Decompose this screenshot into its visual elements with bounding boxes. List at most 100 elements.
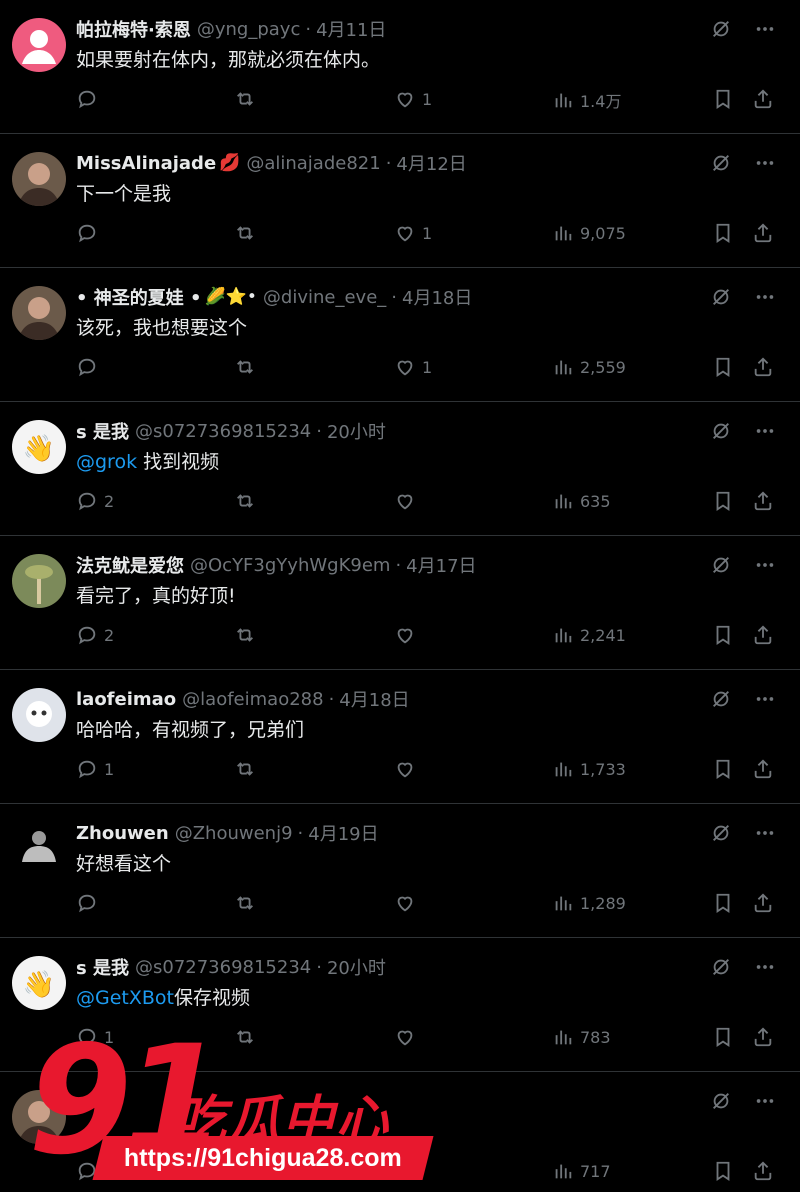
like-button[interactable]: 1 — [394, 88, 432, 110]
display-name[interactable]: s 是我 — [76, 954, 129, 980]
user-handle[interactable]: @OcYF3gYyhWgK9em — [190, 555, 390, 576]
reply-button[interactable]: 2 — [76, 490, 114, 512]
share-button[interactable] — [752, 222, 774, 244]
repost-button[interactable] — [234, 624, 262, 646]
like-button[interactable] — [394, 490, 422, 512]
grok-icon[interactable] — [710, 688, 732, 710]
timestamp[interactable]: 20小时 — [327, 954, 386, 980]
timestamp[interactable]: 4月12日 — [396, 150, 466, 176]
bookmark-button[interactable] — [712, 892, 734, 914]
more-options-icon[interactable] — [754, 822, 776, 844]
grok-icon[interactable] — [710, 18, 732, 40]
bookmark-button[interactable] — [712, 758, 734, 780]
grok-icon[interactable] — [710, 554, 732, 576]
like-button[interactable]: 1 — [394, 222, 432, 244]
repost-button[interactable] — [234, 758, 262, 780]
reply-button[interactable]: 1 — [76, 758, 114, 780]
more-options-icon[interactable] — [754, 420, 776, 442]
share-button[interactable] — [752, 624, 774, 646]
reply-item[interactable]: MissAlinajade 💋 @alinajade821 · 4月12日 下一… — [0, 134, 800, 268]
share-button[interactable] — [752, 1026, 774, 1048]
reply-item[interactable]: laofeimao @laofeimao288 · 4月18日 哈哈哈，有视频了… — [0, 670, 800, 804]
user-handle[interactable]: @s0727369815234 — [135, 957, 311, 978]
grok-icon[interactable] — [710, 286, 732, 308]
views-button[interactable]: 717 — [552, 1160, 611, 1182]
more-options-icon[interactable] — [754, 956, 776, 978]
display-name[interactable]: • 神圣的夏娃 • — [76, 284, 202, 310]
share-button[interactable] — [752, 356, 774, 378]
timestamp[interactable]: 20小时 — [327, 418, 386, 444]
views-button[interactable]: 635 — [552, 490, 611, 512]
like-button[interactable] — [394, 624, 422, 646]
timestamp[interactable]: 4月11日 — [316, 16, 386, 42]
bookmark-button[interactable] — [712, 1160, 734, 1182]
user-handle[interactable]: @alinajade821 — [246, 153, 380, 174]
wave-hand-avatar[interactable]: 👋 — [12, 956, 66, 1010]
user-handle[interactable]: @yng_payc — [197, 19, 301, 40]
reply-button[interactable] — [76, 356, 104, 378]
more-options-icon[interactable] — [754, 688, 776, 710]
reply-item[interactable]: Zhouwen @Zhouwenj9 · 4月19日 好想看这个 1,289 — [0, 804, 800, 938]
mention-link[interactable]: @grok — [76, 451, 137, 473]
more-options-icon[interactable] — [754, 18, 776, 40]
robot-avatar[interactable] — [12, 688, 66, 742]
display-name[interactable]: 帕拉梅特·索恩 — [76, 16, 191, 42]
grok-icon[interactable] — [710, 822, 732, 844]
grok-icon[interactable] — [710, 1090, 732, 1112]
views-button[interactable]: 9,075 — [552, 222, 626, 244]
muscle-avatar[interactable] — [12, 822, 66, 876]
reply-item[interactable]: 👋 s 是我 @s0727369815234 · 20小时 @grok 找到视频… — [0, 402, 800, 536]
timestamp[interactable]: 4月19日 — [308, 820, 378, 846]
display-name[interactable]: MissAlinajade — [76, 153, 216, 174]
more-options-icon[interactable] — [754, 286, 776, 308]
share-button[interactable] — [752, 1160, 774, 1182]
timestamp[interactable]: 4月18日 — [402, 284, 472, 310]
reply-button[interactable] — [76, 88, 104, 110]
timestamp[interactable]: 4月18日 — [339, 686, 409, 712]
display-name[interactable]: Zhouwen — [76, 823, 169, 844]
reply-button[interactable] — [76, 222, 104, 244]
bookmark-button[interactable] — [712, 88, 734, 110]
views-button[interactable]: 2,241 — [552, 624, 626, 646]
views-button[interactable]: 2,559 — [552, 356, 626, 378]
views-button[interactable]: 1,289 — [552, 892, 626, 914]
user-handle[interactable]: @s0727369815234 — [135, 421, 311, 442]
share-button[interactable] — [752, 758, 774, 780]
reply-button[interactable] — [76, 892, 104, 914]
more-options-icon[interactable] — [754, 1090, 776, 1112]
views-button[interactable]: 783 — [552, 1026, 611, 1048]
default-avatar[interactable] — [12, 18, 66, 72]
bookmark-button[interactable] — [712, 222, 734, 244]
display-name[interactable]: laofeimao — [76, 689, 176, 710]
repost-button[interactable] — [234, 222, 262, 244]
wave-hand-avatar[interactable]: 👋 — [12, 420, 66, 474]
user-handle[interactable]: @laofeimao288 — [182, 689, 323, 710]
user-handle[interactable]: @divine_eve_ — [263, 287, 386, 308]
timestamp[interactable]: 4月17日 — [406, 552, 476, 578]
reply-item[interactable]: • 神圣的夏娃 • 🌽⭐• @divine_eve_ · 4月18日 该死，我也… — [0, 268, 800, 402]
bookmark-button[interactable] — [712, 624, 734, 646]
share-button[interactable] — [752, 490, 774, 512]
like-button[interactable] — [394, 758, 422, 780]
grok-icon[interactable] — [710, 956, 732, 978]
photo-avatar[interactable] — [12, 286, 66, 340]
views-button[interactable]: 1.4万 — [552, 88, 621, 112]
plant-avatar[interactable] — [12, 554, 66, 608]
repost-button[interactable] — [234, 356, 262, 378]
bookmark-button[interactable] — [712, 356, 734, 378]
grok-icon[interactable] — [710, 420, 732, 442]
reply-button[interactable]: 2 — [76, 624, 114, 646]
like-button[interactable] — [394, 892, 422, 914]
grok-icon[interactable] — [710, 152, 732, 174]
share-button[interactable] — [752, 892, 774, 914]
repost-button[interactable] — [234, 490, 262, 512]
more-options-icon[interactable] — [754, 554, 776, 576]
reply-item[interactable]: 帕拉梅特·索恩 @yng_payc · 4月11日 如果要射在体内，那就必须在体… — [0, 0, 800, 134]
mention-link[interactable]: @GetXBot — [76, 987, 174, 1009]
display-name[interactable]: s 是我 — [76, 418, 129, 444]
repost-button[interactable] — [234, 892, 262, 914]
like-button[interactable]: 1 — [394, 356, 432, 378]
views-button[interactable]: 1,733 — [552, 758, 626, 780]
more-options-icon[interactable] — [754, 152, 776, 174]
user-handle[interactable]: @Zhouwenj9 — [175, 823, 293, 844]
